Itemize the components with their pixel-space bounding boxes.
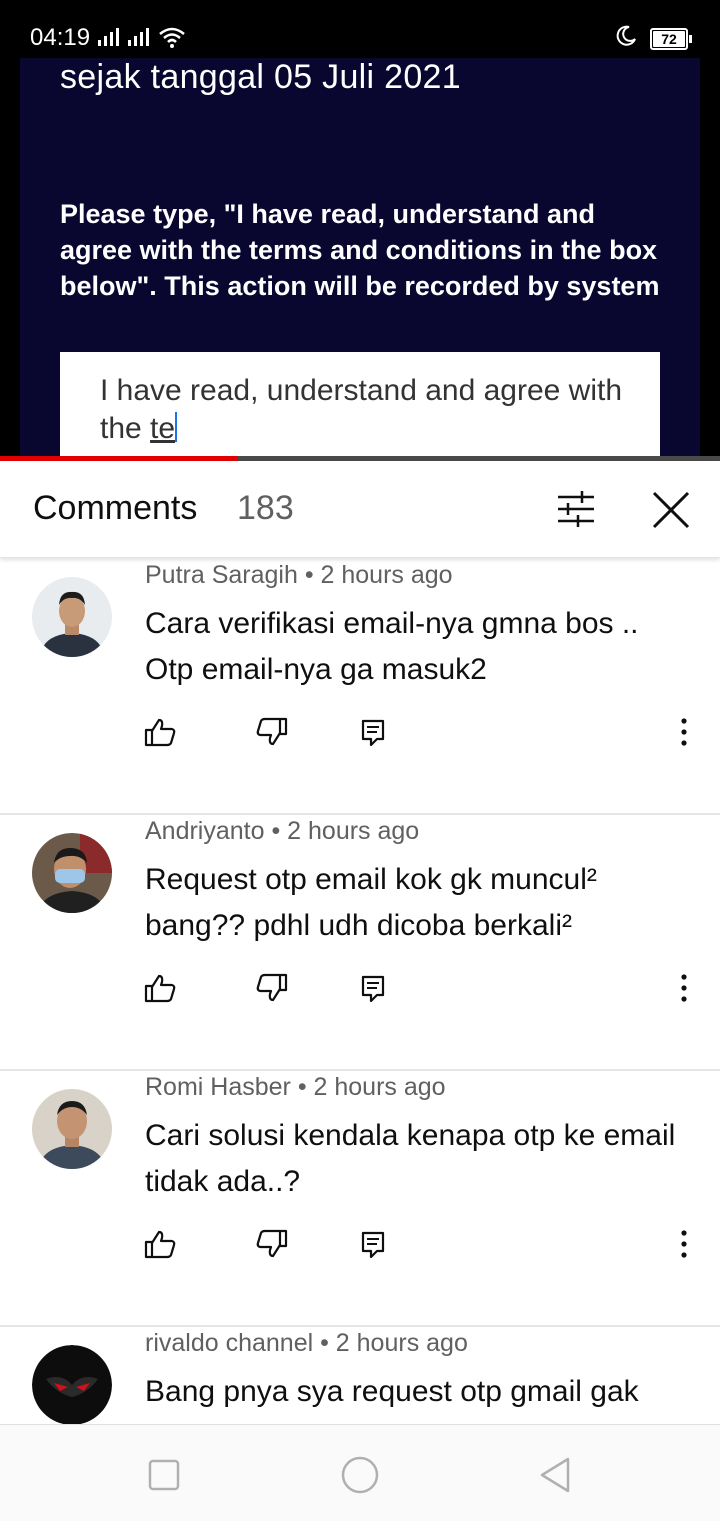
comment-text: Request otp email kok gk muncul² bang?? … [145, 863, 597, 942]
moon-icon [616, 25, 636, 46]
status-bar: 04:19 72 [0, 0, 720, 58]
video-date-line: sejak tanggal 05 Juli 2021 [60, 58, 461, 96]
comment-meta: rivaldo channel • 2 hours ago [145, 1329, 468, 1357]
comment-item: Andriyanto • 2 hours ago Request otp ema… [0, 813, 720, 1071]
like-icon[interactable] [144, 973, 176, 1003]
more-vert-icon[interactable] [668, 717, 700, 747]
dislike-icon[interactable] [256, 717, 288, 747]
comment-item: rivaldo channel • 2 hours ago Bang pnya … [0, 1325, 720, 1424]
close-icon[interactable] [650, 485, 694, 533]
status-time: 04:19 [30, 24, 91, 51]
avatar[interactable] [32, 577, 112, 657]
more-vert-icon[interactable] [668, 973, 700, 1003]
comments-title: Comments [33, 489, 198, 527]
wifi-icon [159, 27, 185, 48]
comment-meta: Andriyanto • 2 hours ago [145, 817, 420, 845]
like-icon[interactable] [144, 1229, 176, 1259]
comment-item: Romi Hasber • 2 hours ago Cari solusi ke… [0, 1069, 720, 1327]
reply-icon[interactable] [358, 717, 390, 747]
reply-icon[interactable] [358, 1229, 390, 1259]
battery-level: 72 [661, 31, 677, 47]
comments-count: 183 [237, 489, 294, 527]
signal-icon [128, 28, 149, 46]
more-vert-icon[interactable] [668, 1229, 700, 1259]
back-icon[interactable] [536, 1455, 576, 1495]
comment-text: Cara verifikasi email-nya gmna bos .. Ot… [145, 607, 639, 686]
dislike-icon[interactable] [256, 1229, 288, 1259]
comment-meta: Romi Hasber • 2 hours ago [145, 1073, 446, 1101]
video-instruction-text: Please type, "I have read, understand an… [60, 199, 660, 301]
battery-icon: 72 [650, 28, 692, 50]
reply-icon[interactable] [358, 973, 390, 1003]
text-caret [175, 412, 178, 442]
system-nav-bar [0, 1424, 720, 1521]
comment-item: Putra Saragih • 2 hours ago Cara verifik… [0, 557, 720, 815]
avatar[interactable] [32, 1345, 112, 1424]
video-typed-text: I have read, understand and agree with t… [100, 372, 640, 448]
filter-icon[interactable] [554, 489, 598, 529]
avatar[interactable] [32, 833, 112, 913]
video-typed-box: I have read, understand and agree with t… [60, 352, 660, 462]
comment-text: Cari solusi kendala kenapa otp ke email … [145, 1119, 676, 1198]
comments-header: Comments 183 [0, 461, 720, 558]
signal-icon [98, 28, 119, 46]
typed-text-main: I have read, understand and agree with t… [100, 374, 623, 445]
video-player[interactable]: sejak tanggal 05 Juli 2021 Please type, … [0, 58, 720, 462]
comment-text: Bang pnya sya request otp gmail gak [145, 1375, 639, 1408]
recents-icon[interactable] [144, 1455, 184, 1495]
like-icon[interactable] [144, 717, 176, 747]
avatar[interactable] [32, 1089, 112, 1169]
comment-meta: Putra Saragih • 2 hours ago [145, 561, 453, 589]
home-icon[interactable] [340, 1455, 380, 1495]
dislike-icon[interactable] [256, 973, 288, 1003]
typed-text-tail: te [150, 412, 176, 445]
